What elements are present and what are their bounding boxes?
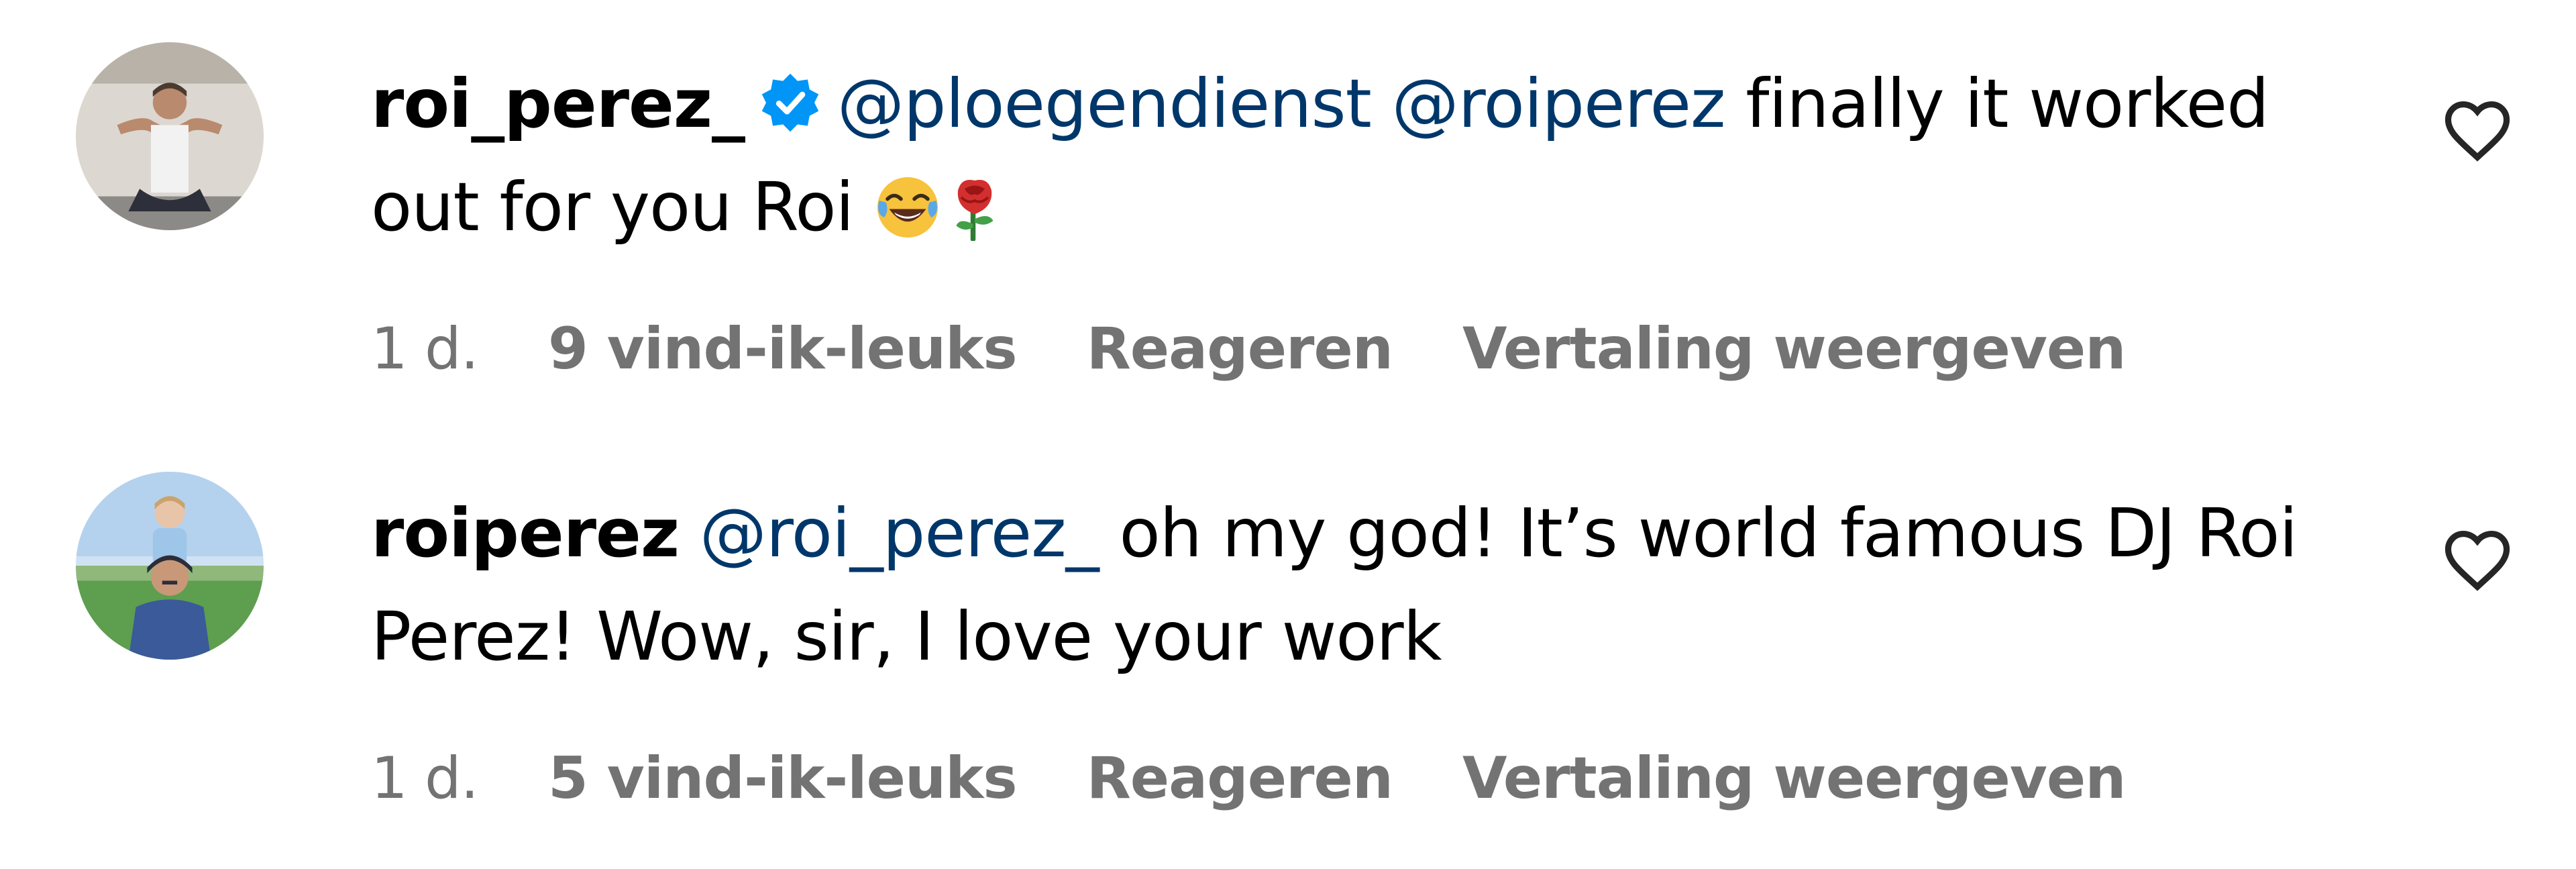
verified-badge-icon <box>758 70 822 135</box>
mention-link[interactable]: @ploegendienst <box>837 64 1372 143</box>
comment-meta: 1 d. 9 vind-ik-leuks Reageren Vertaling wee… <box>371 312 2195 386</box>
mention-link[interactable]: @roiperez <box>1392 64 1726 143</box>
mention-link[interactable]: @roi_perez_ <box>700 494 1099 572</box>
comment-timestamp[interactable]: 1 d. <box>371 315 479 382</box>
reply-button[interactable]: Reageren <box>1087 745 1393 812</box>
comment-username[interactable]: roiperez <box>371 494 680 572</box>
comment-text: roi_perez_ @ploegendienst @roiperez fina… <box>371 52 2383 259</box>
reply-button[interactable]: Reageren <box>1087 315 1393 382</box>
heart-outline-icon[interactable] <box>2440 94 2514 168</box>
comments-list: roi_perez_ @ploegendienst @roiperez fina… <box>0 0 2576 869</box>
likes-count-button[interactable]: 9 vind-ik-leuks <box>548 315 1018 382</box>
comment-username[interactable]: roi_perez_ <box>371 64 745 143</box>
comment-body: roiperez @roi_perez_ oh my god! It’s wor… <box>371 482 2383 688</box>
comment-text: roiperez @roi_perez_ oh my god! It’s wor… <box>371 482 2383 688</box>
heart-outline-icon[interactable] <box>2440 523 2514 597</box>
avatar[interactable] <box>76 42 264 230</box>
translate-button[interactable]: Vertaling weergeven <box>1462 315 2126 382</box>
comment-body: roi_perez_ @ploegendienst @roiperez fina… <box>371 52 2383 259</box>
avatar-image <box>76 472 264 660</box>
translate-button[interactable]: Vertaling weergeven <box>1462 745 2126 812</box>
avatar[interactable] <box>76 472 264 660</box>
likes-count-button[interactable]: 5 vind-ik-leuks <box>548 745 1018 812</box>
face-with-tears-of-joy-emoji <box>874 174 941 241</box>
comment-meta: 1 d. 5 vind-ik-leuks Reageren Vertaling wee… <box>371 742 2195 815</box>
rose-emoji <box>941 174 1008 241</box>
comment-timestamp[interactable]: 1 d. <box>371 745 479 812</box>
avatar-image <box>76 42 264 230</box>
